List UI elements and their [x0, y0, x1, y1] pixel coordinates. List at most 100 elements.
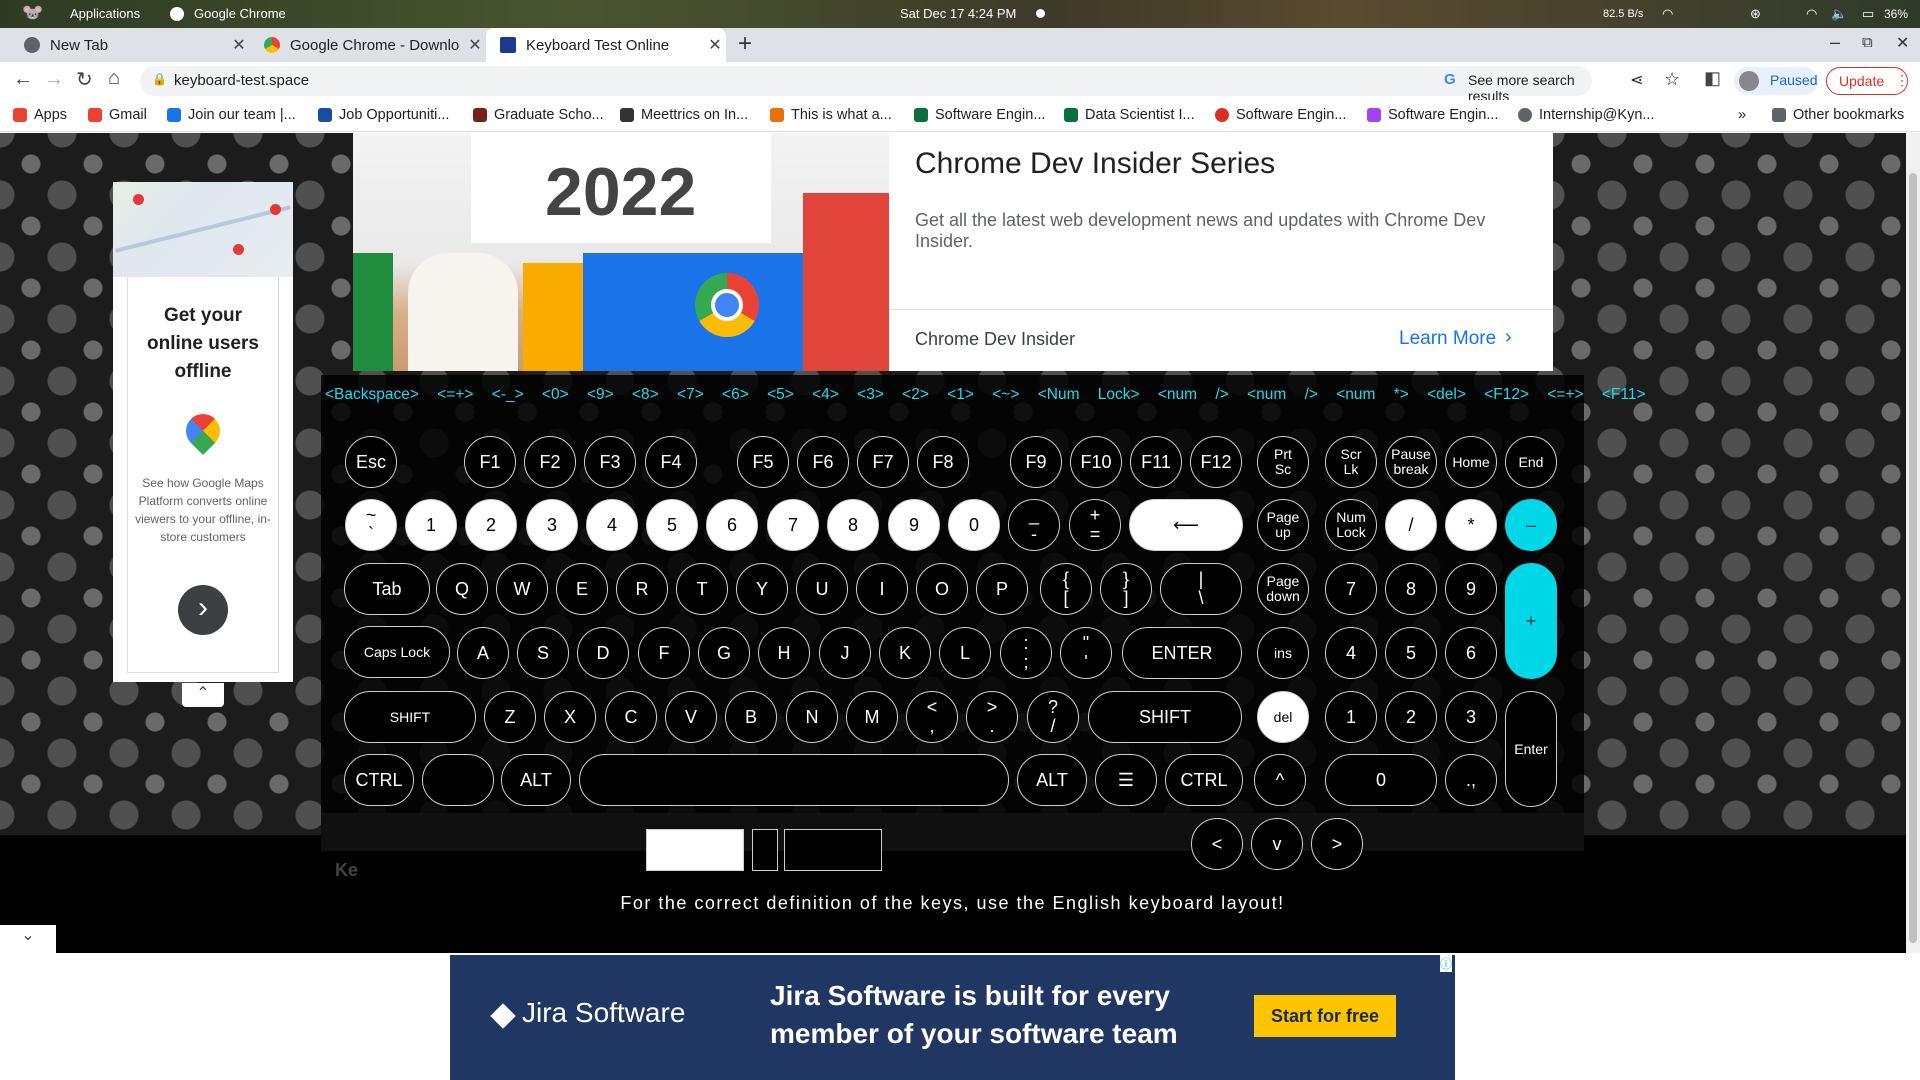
page-scrollbar[interactable]	[1906, 133, 1920, 953]
key-f3[interactable]: F3	[584, 436, 636, 488]
key-a[interactable]: A	[457, 627, 509, 679]
key-z[interactable]: Z	[484, 691, 536, 743]
bookmark-apps[interactable]: Apps	[13, 107, 67, 123]
key-blank[interactable]: " '	[1060, 627, 1112, 679]
bookmark-graduate-school[interactable]: Graduate Scho...	[473, 107, 604, 123]
key-blank[interactable]: _ -	[1008, 499, 1060, 551]
key-v[interactable]: v	[1251, 818, 1303, 870]
wifi-icon[interactable]: ◠	[1662, 6, 1673, 22]
key-f[interactable]: F	[638, 627, 690, 679]
start-for-free-button[interactable]: Start for free	[1254, 995, 1396, 1037]
scrollbar-thumb[interactable]	[1909, 173, 1917, 943]
bottom-ad[interactable]: Jira Software Jira Software is built for…	[450, 955, 1455, 1080]
key-blank[interactable]: { [	[1040, 563, 1092, 615]
bookmark-meettrics[interactable]: Meettrics on In...	[620, 107, 748, 123]
volume-icon[interactable]: 🔈	[1831, 6, 1847, 22]
key-pause-break[interactable]: Pause break	[1385, 436, 1437, 488]
key-blank[interactable]: < ,	[906, 691, 958, 743]
key-menu[interactable]: ☰	[1095, 754, 1157, 806]
numpad-key-0[interactable]: 0	[1325, 754, 1437, 806]
key-backslash[interactable]: | \	[1160, 563, 1242, 615]
minimize-icon[interactable]: –	[1830, 32, 1840, 53]
profile-paused-button[interactable]: Paused	[1734, 67, 1818, 95]
key-f11[interactable]: F11	[1130, 436, 1182, 488]
numpad-key-7[interactable]: 7	[1325, 563, 1377, 615]
tab-keyboard-test[interactable]: Keyboard Test Online ✕	[486, 28, 726, 62]
bookmark-job-opportunities[interactable]: Job Opportuniti...	[318, 107, 449, 123]
bookmark-this-is-what[interactable]: This is what a...	[770, 107, 892, 123]
key-d[interactable]: D	[577, 627, 629, 679]
numpad-key-blank[interactable]: /	[1385, 499, 1437, 551]
numpad-key-8[interactable]: 8	[1385, 563, 1437, 615]
clock[interactable]: Sat Dec 17 4:24 PM	[900, 6, 1016, 21]
bookmark-internship[interactable]: Internship@Kyn...	[1518, 107, 1654, 123]
ad-info-icon[interactable]: ⓘ	[1440, 955, 1453, 972]
key-s[interactable]: S	[517, 627, 569, 679]
key-p[interactable]: P	[976, 563, 1028, 615]
key-5[interactable]: 5	[646, 499, 698, 551]
key-3[interactable]: 3	[526, 499, 578, 551]
close-icon[interactable]: ✕	[704, 35, 726, 55]
more-bookmarks-chevron-icon[interactable]: »	[1738, 107, 1746, 123]
bookmark-software-eng-3[interactable]: Software Engin...	[1367, 107, 1498, 123]
tab-chrome-download[interactable]: Google Chrome - Downlo ✕	[250, 28, 486, 62]
key-k[interactable]: K	[879, 627, 931, 679]
key-home[interactable]: Home	[1445, 436, 1497, 488]
numpad-key-blank[interactable]: –	[1505, 499, 1557, 551]
key-x[interactable]: X	[544, 691, 596, 743]
key-f5[interactable]: F5	[737, 436, 789, 488]
numpad-key-4[interactable]: 4	[1325, 627, 1377, 679]
numpad-key-1[interactable]: 1	[1325, 691, 1377, 743]
key-u[interactable]: U	[796, 563, 848, 615]
bookmark-data-scientist[interactable]: Data Scientist I...	[1064, 107, 1195, 123]
key-f12[interactable]: F12	[1190, 436, 1242, 488]
key-del[interactable]: del	[1257, 691, 1309, 743]
numpad-key-9[interactable]: 9	[1445, 563, 1497, 615]
key-blank[interactable]: } ]	[1100, 563, 1152, 615]
key-blank[interactable]: > .	[966, 691, 1018, 743]
numpad-key-num-lock[interactable]: Num Lock	[1325, 499, 1377, 551]
key-page-down[interactable]: Page down	[1257, 563, 1309, 615]
battery-icon[interactable]: ▭	[1862, 6, 1874, 22]
key-ctrl-left[interactable]: CTRL	[344, 754, 414, 806]
side-ad-next-button[interactable]: ›	[178, 585, 228, 635]
numpad-key-blank[interactable]: +	[1505, 563, 1557, 679]
key-blank[interactable]: ? /	[1027, 691, 1079, 743]
key-i[interactable]: I	[856, 563, 908, 615]
accessibility-icon[interactable]: ⊛	[1750, 6, 1761, 22]
key-h[interactable]: H	[758, 627, 810, 679]
numpad-key-3[interactable]: 3	[1445, 691, 1497, 743]
key-f6[interactable]: F6	[797, 436, 849, 488]
key-alt-left[interactable]: ALT	[501, 754, 571, 806]
home-icon[interactable]: ⌂	[108, 67, 120, 90]
restore-icon[interactable]: ⧉	[1862, 34, 1873, 51]
key-enter[interactable]: ENTER	[1122, 627, 1242, 679]
bookmark-join-team[interactable]: Join our team |...	[167, 107, 296, 123]
key-f7[interactable]: F7	[857, 436, 909, 488]
key-blank[interactable]: + =	[1069, 499, 1121, 551]
key-0[interactable]: 0	[948, 499, 1000, 551]
os-logo-icon[interactable]: 🐭	[22, 3, 43, 23]
forward-icon[interactable]: →	[44, 68, 64, 91]
key-r[interactable]: R	[616, 563, 668, 615]
key-7[interactable]: 7	[767, 499, 819, 551]
key-v[interactable]: V	[665, 691, 717, 743]
numpad-key-blank[interactable]: .,	[1445, 754, 1497, 806]
key-shift-left[interactable]: SHIFT	[344, 691, 476, 743]
back-icon[interactable]: ←	[13, 68, 33, 91]
numpad-key-enter[interactable]: Enter	[1505, 691, 1557, 807]
key-f8[interactable]: F8	[917, 436, 969, 488]
key-f9[interactable]: F9	[1010, 436, 1062, 488]
key-blank[interactable]: <	[1191, 818, 1243, 870]
learn-more-link[interactable]: Learn More	[1399, 328, 1496, 350]
key-page-up[interactable]: Page up	[1257, 499, 1309, 551]
update-button[interactable]: Update ⋮	[1826, 67, 1909, 95]
key-j[interactable]: J	[819, 627, 871, 679]
key-blank[interactable]: ^	[1254, 754, 1306, 806]
key-2[interactable]: 2	[465, 499, 517, 551]
key-blank[interactable]: >	[1311, 818, 1363, 870]
key-4[interactable]: 4	[586, 499, 638, 551]
key-backspace[interactable]: ⟵	[1129, 499, 1243, 551]
key-esc[interactable]: Esc	[345, 436, 397, 488]
bookmark-software-eng-1[interactable]: Software Engin...	[914, 107, 1045, 123]
